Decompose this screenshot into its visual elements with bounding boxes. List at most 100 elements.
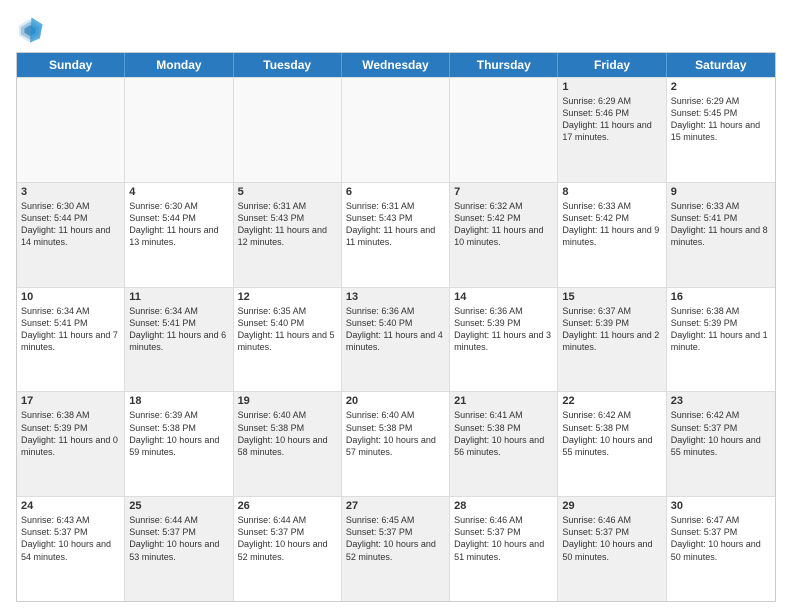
day-details: Sunrise: 6:47 AM Sunset: 5:37 PM Dayligh… xyxy=(671,514,771,563)
calendar-day-cell: 13 Sunrise: 6:36 AM Sunset: 5:40 PM Dayli… xyxy=(342,288,450,392)
logo xyxy=(16,16,48,44)
calendar-empty-cell xyxy=(234,78,342,182)
day-details: Sunrise: 6:46 AM Sunset: 5:37 PM Dayligh… xyxy=(454,514,553,563)
calendar-row: 1 Sunrise: 6:29 AM Sunset: 5:46 PM Daylig… xyxy=(17,77,775,182)
day-number: 4 xyxy=(129,186,228,198)
day-number: 25 xyxy=(129,500,228,512)
day-number: 7 xyxy=(454,186,553,198)
day-number: 10 xyxy=(21,291,120,303)
day-details: Sunrise: 6:44 AM Sunset: 5:37 PM Dayligh… xyxy=(238,514,337,563)
day-number: 15 xyxy=(562,291,661,303)
day-details: Sunrise: 6:34 AM Sunset: 5:41 PM Dayligh… xyxy=(21,305,120,354)
day-details: Sunrise: 6:30 AM Sunset: 5:44 PM Dayligh… xyxy=(21,200,120,249)
day-number: 22 xyxy=(562,395,661,407)
calendar-day-cell: 30 Sunrise: 6:47 AM Sunset: 5:37 PM Dayli… xyxy=(667,497,775,601)
weekday-header: Wednesday xyxy=(342,53,450,77)
day-number: 8 xyxy=(562,186,661,198)
day-details: Sunrise: 6:31 AM Sunset: 5:43 PM Dayligh… xyxy=(238,200,337,249)
day-number: 5 xyxy=(238,186,337,198)
weekday-header: Friday xyxy=(558,53,666,77)
weekday-header: Thursday xyxy=(450,53,558,77)
calendar-day-cell: 23Sunrise: 6:42 AM Sunset: 5:37 PM Dayli… xyxy=(667,392,775,496)
day-details: Sunrise: 6:33 AM Sunset: 5:41 PM Dayligh… xyxy=(671,200,771,249)
day-number: 14 xyxy=(454,291,553,303)
day-number: 29 xyxy=(562,500,661,512)
day-number: 19 xyxy=(238,395,337,407)
day-number: 23 xyxy=(671,395,771,407)
calendar-day-cell: 21 Sunrise: 6:41 AM Sunset: 5:38 PM Dayli… xyxy=(450,392,558,496)
day-details: Sunrise: 6:46 AM Sunset: 5:37 PM Dayligh… xyxy=(562,514,661,563)
day-number: 16 xyxy=(671,291,771,303)
day-details: Sunrise: 6:29 AM Sunset: 5:45 PM Dayligh… xyxy=(671,95,771,144)
day-details: Sunrise: 6:36 AM Sunset: 5:40 PM Dayligh… xyxy=(346,305,445,354)
calendar-day-cell: 15Sunrise: 6:37 AM Sunset: 5:39 PM Dayli… xyxy=(558,288,666,392)
calendar-empty-cell xyxy=(450,78,558,182)
day-number: 9 xyxy=(671,186,771,198)
day-details: Sunrise: 6:44 AM Sunset: 5:37 PM Dayligh… xyxy=(129,514,228,563)
weekday-header: Sunday xyxy=(17,53,125,77)
calendar-day-cell: 2Sunrise: 6:29 AM Sunset: 5:45 PM Daylig… xyxy=(667,78,775,182)
calendar-body: 1 Sunrise: 6:29 AM Sunset: 5:46 PM Daylig… xyxy=(17,77,775,601)
day-number: 11 xyxy=(129,291,228,303)
calendar-day-cell: 8 Sunrise: 6:33 AM Sunset: 5:42 PM Daylig… xyxy=(558,183,666,287)
calendar-day-cell: 12 Sunrise: 6:35 AM Sunset: 5:40 PM Dayli… xyxy=(234,288,342,392)
calendar: SundayMondayTuesdayWednesdayThursdayFrid… xyxy=(16,52,776,602)
day-number: 1 xyxy=(562,81,661,93)
day-number: 27 xyxy=(346,500,445,512)
day-details: Sunrise: 6:39 AM Sunset: 5:38 PM Dayligh… xyxy=(129,409,228,458)
calendar-day-cell: 19 Sunrise: 6:40 AM Sunset: 5:38 PM Dayli… xyxy=(234,392,342,496)
calendar-day-cell: 11Sunrise: 6:34 AM Sunset: 5:41 PM Dayli… xyxy=(125,288,233,392)
day-details: Sunrise: 6:38 AM Sunset: 5:39 PM Dayligh… xyxy=(671,305,771,354)
day-number: 28 xyxy=(454,500,553,512)
calendar-empty-cell xyxy=(125,78,233,182)
calendar-day-cell: 29 Sunrise: 6:46 AM Sunset: 5:37 PM Dayli… xyxy=(558,497,666,601)
calendar-header: SundayMondayTuesdayWednesdayThursdayFrid… xyxy=(17,53,775,77)
day-details: Sunrise: 6:31 AM Sunset: 5:43 PM Dayligh… xyxy=(346,200,445,249)
day-number: 26 xyxy=(238,500,337,512)
calendar-day-cell: 4Sunrise: 6:30 AM Sunset: 5:44 PM Daylig… xyxy=(125,183,233,287)
calendar-day-cell: 25 Sunrise: 6:44 AM Sunset: 5:37 PM Dayli… xyxy=(125,497,233,601)
day-number: 17 xyxy=(21,395,120,407)
day-details: Sunrise: 6:33 AM Sunset: 5:42 PM Dayligh… xyxy=(562,200,661,249)
day-number: 12 xyxy=(238,291,337,303)
day-details: Sunrise: 6:29 AM Sunset: 5:46 PM Dayligh… xyxy=(562,95,661,144)
day-number: 20 xyxy=(346,395,445,407)
day-details: Sunrise: 6:41 AM Sunset: 5:38 PM Dayligh… xyxy=(454,409,553,458)
calendar-day-cell: 28 Sunrise: 6:46 AM Sunset: 5:37 PM Dayli… xyxy=(450,497,558,601)
day-details: Sunrise: 6:43 AM Sunset: 5:37 PM Dayligh… xyxy=(21,514,120,563)
calendar-day-cell: 18 Sunrise: 6:39 AM Sunset: 5:38 PM Dayli… xyxy=(125,392,233,496)
day-details: Sunrise: 6:40 AM Sunset: 5:38 PM Dayligh… xyxy=(238,409,337,458)
calendar-row: 17 Sunrise: 6:38 AM Sunset: 5:39 PM Dayli… xyxy=(17,391,775,496)
calendar-day-cell: 3 Sunrise: 6:30 AM Sunset: 5:44 PM Daylig… xyxy=(17,183,125,287)
day-details: Sunrise: 6:36 AM Sunset: 5:39 PM Dayligh… xyxy=(454,305,553,354)
day-number: 21 xyxy=(454,395,553,407)
calendar-day-cell: 24Sunrise: 6:43 AM Sunset: 5:37 PM Dayli… xyxy=(17,497,125,601)
calendar-day-cell: 27 Sunrise: 6:45 AM Sunset: 5:37 PM Dayli… xyxy=(342,497,450,601)
day-details: Sunrise: 6:38 AM Sunset: 5:39 PM Dayligh… xyxy=(21,409,120,458)
calendar-day-cell: 16 Sunrise: 6:38 AM Sunset: 5:39 PM Dayli… xyxy=(667,288,775,392)
calendar-day-cell: 7 Sunrise: 6:32 AM Sunset: 5:42 PM Daylig… xyxy=(450,183,558,287)
day-details: Sunrise: 6:45 AM Sunset: 5:37 PM Dayligh… xyxy=(346,514,445,563)
calendar-day-cell: 20 Sunrise: 6:40 AM Sunset: 5:38 PM Dayli… xyxy=(342,392,450,496)
weekday-header: Tuesday xyxy=(234,53,342,77)
calendar-day-cell: 5 Sunrise: 6:31 AM Sunset: 5:43 PM Daylig… xyxy=(234,183,342,287)
logo-icon xyxy=(16,16,44,44)
calendar-day-cell: 9 Sunrise: 6:33 AM Sunset: 5:41 PM Daylig… xyxy=(667,183,775,287)
weekday-header: Saturday xyxy=(667,53,775,77)
day-details: Sunrise: 6:32 AM Sunset: 5:42 PM Dayligh… xyxy=(454,200,553,249)
calendar-day-cell: 17 Sunrise: 6:38 AM Sunset: 5:39 PM Dayli… xyxy=(17,392,125,496)
calendar-day-cell: 6 Sunrise: 6:31 AM Sunset: 5:43 PM Daylig… xyxy=(342,183,450,287)
day-details: Sunrise: 6:35 AM Sunset: 5:40 PM Dayligh… xyxy=(238,305,337,354)
day-number: 18 xyxy=(129,395,228,407)
calendar-day-cell: 22Sunrise: 6:42 AM Sunset: 5:38 PM Dayli… xyxy=(558,392,666,496)
day-number: 13 xyxy=(346,291,445,303)
day-number: 3 xyxy=(21,186,120,198)
header xyxy=(16,16,776,44)
day-number: 6 xyxy=(346,186,445,198)
calendar-row: 10 Sunrise: 6:34 AM Sunset: 5:41 PM Dayli… xyxy=(17,287,775,392)
day-details: Sunrise: 6:40 AM Sunset: 5:38 PM Dayligh… xyxy=(346,409,445,458)
day-number: 30 xyxy=(671,500,771,512)
calendar-day-cell: 26 Sunrise: 6:44 AM Sunset: 5:37 PM Dayli… xyxy=(234,497,342,601)
calendar-empty-cell xyxy=(17,78,125,182)
calendar-row: 24Sunrise: 6:43 AM Sunset: 5:37 PM Dayli… xyxy=(17,496,775,601)
